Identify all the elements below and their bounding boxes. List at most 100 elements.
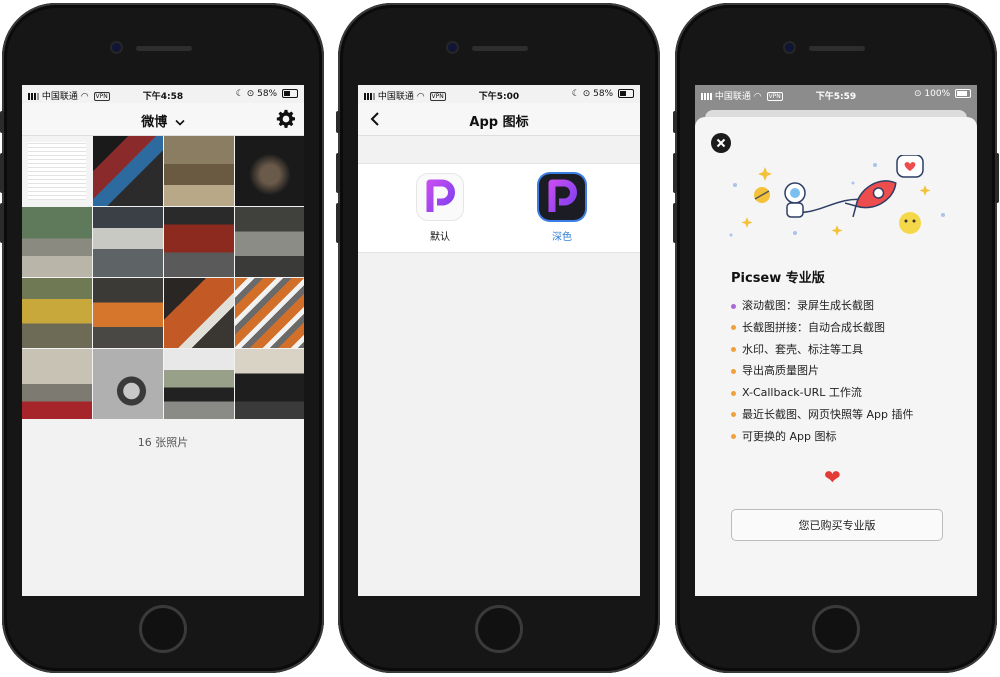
- feature-text: 导出高质量图片: [742, 364, 819, 378]
- feature-item: 长截图拼接：自动合成长截图: [731, 317, 913, 339]
- photo-thumbnail[interactable]: [235, 136, 304, 206]
- battery-percent: 58%: [257, 89, 278, 99]
- front-camera: [112, 43, 121, 52]
- volume-up-button: [673, 153, 677, 193]
- status-bar: 中国联通 ◠ VPN 下午5:00 ☾ ⊙ 58%: [358, 85, 640, 103]
- screen-pro: 中国联通 ◠ VPN 下午5:59 ⊙ 100% Picsew 专业版 滚动截图…: [695, 85, 977, 596]
- feature-text: 可更换的 App 图标: [742, 429, 837, 443]
- volume-down-button: [673, 203, 677, 243]
- orientation-lock-icon: ⊙: [913, 89, 922, 99]
- feature-item: 可更换的 App 图标: [731, 426, 913, 448]
- volume-up-button: [0, 153, 4, 193]
- volume-down-button: [0, 203, 4, 243]
- close-icon: [716, 138, 726, 148]
- photo-thumbnail[interactable]: [22, 278, 92, 348]
- phone-3: 中国联通 ◠ VPN 下午5:59 ⊙ 100% Picsew 专业版 滚动截图…: [673, 3, 999, 673]
- nav-title: App 图标: [469, 115, 529, 130]
- photo-thumbnail[interactable]: [235, 349, 304, 419]
- front-camera: [785, 43, 794, 52]
- app-icon-dark-label: 深色: [552, 232, 572, 243]
- photo-thumbnail[interactable]: [164, 278, 234, 348]
- status-bar: 中国联通 ◠ VPN 下午5:59 ⊙ 100%: [695, 85, 977, 103]
- photo-thumbnail[interactable]: [93, 349, 163, 419]
- front-camera: [448, 43, 457, 52]
- home-button[interactable]: [475, 605, 523, 653]
- photo-thumbnail[interactable]: [22, 136, 92, 206]
- battery-icon: [282, 89, 298, 98]
- gear-icon[interactable]: [276, 109, 296, 129]
- orientation-lock-icon: ⊙: [582, 89, 591, 99]
- album-title-dropdown[interactable]: 微博: [22, 111, 304, 130]
- photo-thumbnail[interactable]: [235, 278, 304, 348]
- bullet-dot: [731, 412, 736, 418]
- phone-2: 中国联通 ◠ VPN 下午5:00 ☾ ⊙ 58% App 图标 默认 深色: [336, 3, 660, 673]
- earpiece-speaker: [136, 46, 192, 51]
- album-header: 微博: [22, 103, 304, 136]
- chevron-down-icon: [175, 119, 185, 126]
- picsew-logo-icon: [426, 179, 455, 212]
- feature-item: 水印、套壳、标注等工具: [731, 339, 913, 361]
- phone-1: 中国联通 ◠ VPN 下午4:58 ☾ ⊙ 58% 微博 16 张照片: [0, 3, 324, 673]
- battery-percent: 58%: [593, 89, 614, 99]
- bullet-dot: [731, 390, 736, 396]
- home-button[interactable]: [139, 605, 187, 653]
- feature-text: 最近长截图、网页快照等 App 插件: [742, 407, 914, 421]
- volume-up-button: [336, 153, 340, 193]
- bullet-dot: [731, 347, 736, 353]
- mute-switch: [673, 111, 677, 133]
- feature-text: 长截图拼接：自动合成长截图: [742, 320, 885, 334]
- album-title: 微博: [141, 115, 168, 130]
- photo-thumbnail[interactable]: [93, 207, 163, 277]
- feature-text: X-Callback-URL 工作流: [742, 386, 862, 400]
- screen-app-icon: 中国联通 ◠ VPN 下午5:00 ☾ ⊙ 58% App 图标 默认 深色: [358, 85, 640, 596]
- battery-percent: 100%: [924, 89, 951, 99]
- mute-switch: [336, 111, 340, 133]
- battery-icon: [618, 89, 634, 98]
- app-icon-default[interactable]: [417, 174, 463, 220]
- photo-thumbnail[interactable]: [164, 207, 234, 277]
- moon-icon: ☾: [571, 89, 580, 99]
- home-button[interactable]: [812, 605, 860, 653]
- feature-text: 水印、套壳、标注等工具: [742, 342, 863, 356]
- battery-icon: [955, 89, 971, 98]
- power-button: [995, 153, 999, 203]
- feature-list: 滚动截图：录屏生成长截图 长截图拼接：自动合成长截图 水印、套壳、标注等工具 导…: [731, 295, 913, 448]
- photo-count: 16 张照片: [137, 436, 189, 449]
- heart-icon: ❤: [824, 465, 841, 489]
- feature-item: X-Callback-URL 工作流: [731, 382, 913, 404]
- pro-title: Picsew 专业版: [731, 271, 825, 286]
- nav-bar: App 图标: [358, 103, 640, 136]
- bullet-dot: [731, 368, 736, 374]
- orientation-lock-icon: ⊙: [246, 89, 255, 99]
- icon-options: 默认 深色: [358, 163, 640, 253]
- status-bar: 中国联通 ◠ VPN 下午4:58 ☾ ⊙ 58%: [22, 85, 304, 103]
- moon-icon: ☾: [235, 89, 244, 99]
- feature-text: 滚动截图：录屏生成长截图: [742, 299, 874, 312]
- bullet-dot: [731, 434, 736, 440]
- close-button[interactable]: [711, 133, 731, 153]
- purchased-button[interactable]: 您已购买专业版: [731, 509, 943, 541]
- pro-sheet: Picsew 专业版 滚动截图：录屏生成长截图 长截图拼接：自动合成长截图 水印…: [695, 117, 977, 596]
- photo-grid: [22, 136, 304, 420]
- app-icon-dark[interactable]: [539, 174, 585, 220]
- feature-item: 最近长截图、网页快照等 App 插件: [731, 404, 913, 426]
- photo-thumbnail[interactable]: [164, 349, 234, 419]
- photo-thumbnail[interactable]: [164, 136, 234, 206]
- bullet-dot: [731, 325, 736, 331]
- photo-thumbnail[interactable]: [22, 349, 92, 419]
- screen-photos: 中国联通 ◠ VPN 下午4:58 ☾ ⊙ 58% 微博 16 张照片: [22, 85, 304, 596]
- feature-item: 滚动截图：录屏生成长截图: [731, 295, 913, 317]
- earpiece-speaker: [809, 46, 865, 51]
- photo-thumbnail[interactable]: [93, 278, 163, 348]
- photo-thumbnail[interactable]: [235, 207, 304, 277]
- volume-down-button: [336, 203, 340, 243]
- picsew-logo-icon: [548, 179, 577, 212]
- photo-thumbnail[interactable]: [22, 207, 92, 277]
- photo-thumbnail[interactable]: [93, 136, 163, 206]
- mute-switch: [0, 111, 4, 133]
- bullet-dot: [731, 303, 736, 309]
- rocket-astronaut-illustration: [729, 155, 945, 237]
- app-icon-default-label: 默认: [430, 232, 450, 243]
- feature-item: 导出高质量图片: [731, 360, 913, 382]
- earpiece-speaker: [472, 46, 528, 51]
